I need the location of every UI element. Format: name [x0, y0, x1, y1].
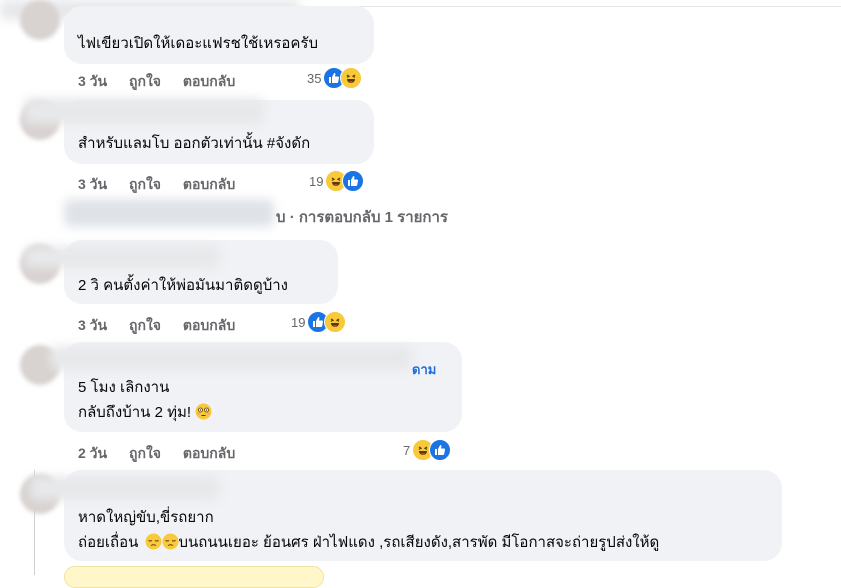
reaction-count: 7	[403, 442, 411, 458]
time-link[interactable]: 2 วัน	[78, 445, 107, 461]
comment-text: ไฟเขียวเปิดให้เดอะแฟรชใช้เหรอครับ	[78, 35, 319, 52]
reaction-count: 35	[307, 70, 322, 86]
haha-icon	[324, 311, 347, 333]
like-link[interactable]: ถูกใจ	[129, 176, 161, 192]
comment-actions: 3 วัน ถูกใจ ตอบกลับ	[78, 315, 253, 337]
like-icon	[342, 170, 365, 192]
blurred-name	[30, 476, 220, 500]
time-link[interactable]: 3 วัน	[78, 73, 107, 89]
comment-author-name[interactable]: ดาม	[412, 359, 436, 380]
comment-actions: 2 วัน ถูกใจ ตอบกลับ	[78, 443, 253, 465]
flushed-emoji-icon	[195, 403, 212, 420]
comment-text-line: ถ่อยเถื่อน บนถนนเยอะ ย้อนศร ฝ่าไฟแดง ,รถ…	[78, 533, 660, 551]
like-link[interactable]: ถูกใจ	[129, 73, 161, 89]
comment-actions: 3 วัน ถูกใจ ตอบกลับ	[78, 174, 253, 196]
comment-text: สำหรับแลมโบ ออกตัวเท่านั้น #จังดัก	[78, 135, 311, 152]
blurred-name	[24, 246, 220, 268]
comment-text-line: 5 โมง เลิกงาน	[78, 379, 170, 396]
reply-link[interactable]: ตอบกลับ	[183, 176, 235, 192]
view-replies-link[interactable]: บ · การตอบกลับ 1 รายการ	[276, 205, 448, 229]
reply-link[interactable]: ตอบกลับ	[183, 73, 235, 89]
partial-element	[64, 566, 324, 588]
reaction-summary[interactable]: 35	[307, 67, 363, 89]
pensive-emoji-icon	[145, 533, 162, 550]
comment-text-line: กลับถึงบ้าน 2 ทุ่ม!	[78, 403, 212, 423]
reply-link[interactable]: ตอบกลับ	[183, 445, 235, 461]
reply-link[interactable]: ตอบกลับ	[183, 317, 235, 333]
reaction-summary[interactable]: 7	[403, 439, 452, 461]
avatar[interactable]	[20, 0, 60, 40]
reaction-summary[interactable]: 19	[291, 311, 347, 333]
divider	[300, 6, 841, 7]
reaction-count: 19	[291, 314, 306, 330]
comment-text: 2 วิ คนตั้งค่าให้พ่อมันมาติดดูบ้าง	[78, 277, 288, 294]
blurred-name	[50, 346, 412, 370]
blurred-name	[24, 98, 264, 124]
haha-icon	[340, 67, 363, 89]
like-icon	[429, 439, 452, 461]
like-link[interactable]: ถูกใจ	[129, 445, 161, 461]
time-link[interactable]: 3 วัน	[78, 317, 107, 333]
comment-text-line: หาดใหญ่ขับ,ขี่รถยาก	[78, 509, 214, 526]
blurred-avatar	[64, 199, 274, 227]
pensive-emoji-icon	[162, 533, 179, 550]
reaction-count: 19	[309, 173, 324, 189]
like-link[interactable]: ถูกใจ	[129, 317, 161, 333]
time-link[interactable]: 3 วัน	[78, 176, 107, 192]
comment-actions: 3 วัน ถูกใจ ตอบกลับ	[78, 71, 253, 93]
reaction-summary[interactable]: 19	[309, 170, 365, 192]
